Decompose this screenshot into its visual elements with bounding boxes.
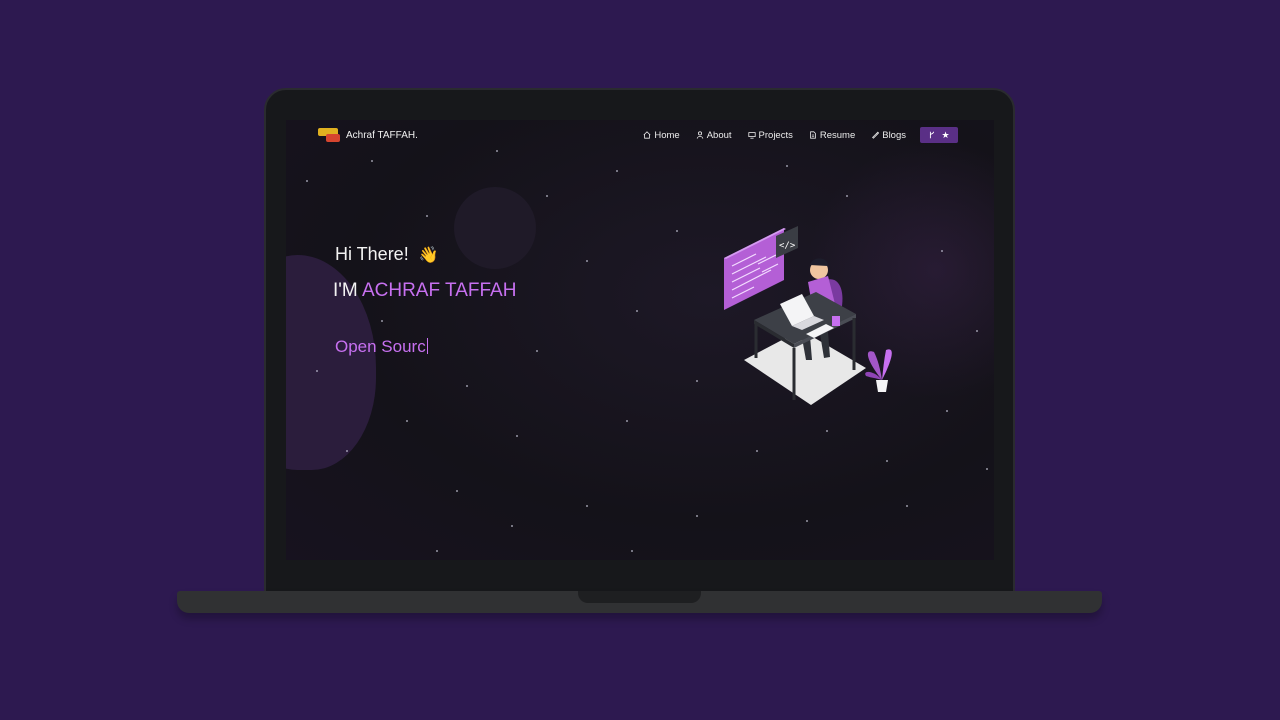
hero-greeting: Hi There! 👋 <box>335 244 439 265</box>
nav-item-projects[interactable]: Projects <box>740 128 801 143</box>
brand-name: Achraf TAFFAH. <box>346 129 418 141</box>
blog-icon <box>872 131 880 139</box>
nav-label-about: About <box>706 129 732 141</box>
hero-name: ACHRAF TAFFAH <box>361 280 517 301</box>
nav-label-home: Home <box>654 129 680 141</box>
nav-item-resume[interactable]: Resume <box>801 128 863 143</box>
nav-label-projects: Projects <box>758 129 793 141</box>
brand-logo-icon <box>318 128 340 142</box>
home-icon <box>643 131 651 139</box>
developer-illustration: </> <box>724 226 892 405</box>
navbar: Achraf TAFFAH. Home About Projects Resum… <box>286 120 994 152</box>
svg-text:</>: </> <box>779 241 796 251</box>
typing-caret <box>426 338 428 354</box>
nav-label-blogs: Blogs <box>882 129 906 141</box>
wave-hand-icon: 👋 <box>418 246 439 264</box>
greeting-text: Hi There! <box>335 244 409 264</box>
hero-prefix: I'M <box>333 280 358 301</box>
nav-item-blogs[interactable]: Blogs <box>863 128 914 143</box>
document-icon <box>810 131 816 139</box>
background-circle <box>454 187 536 269</box>
hero-title: I'M ACHRAF TAFFAH <box>333 280 516 302</box>
nav-item-about[interactable]: About <box>688 128 740 143</box>
projects-icon <box>747 132 756 139</box>
user-icon <box>696 131 703 139</box>
laptop-screen: Achraf TAFFAH. Home About Projects Resum… <box>286 120 994 560</box>
star-icon: ★ <box>941 129 950 140</box>
typewriter-text: Open Sourc <box>335 337 428 357</box>
github-fork-button[interactable]: ★ <box>920 127 958 143</box>
fork-icon <box>930 131 935 139</box>
typed-text: Open Sourc <box>335 337 426 356</box>
nav-item-home[interactable]: Home <box>635 128 687 143</box>
brand[interactable]: Achraf TAFFAH. <box>318 128 418 142</box>
laptop-notch <box>578 591 701 603</box>
nav-label-resume: Resume <box>819 129 856 141</box>
nav-menu: Home About Projects Resume Blogs ★ <box>635 127 958 143</box>
